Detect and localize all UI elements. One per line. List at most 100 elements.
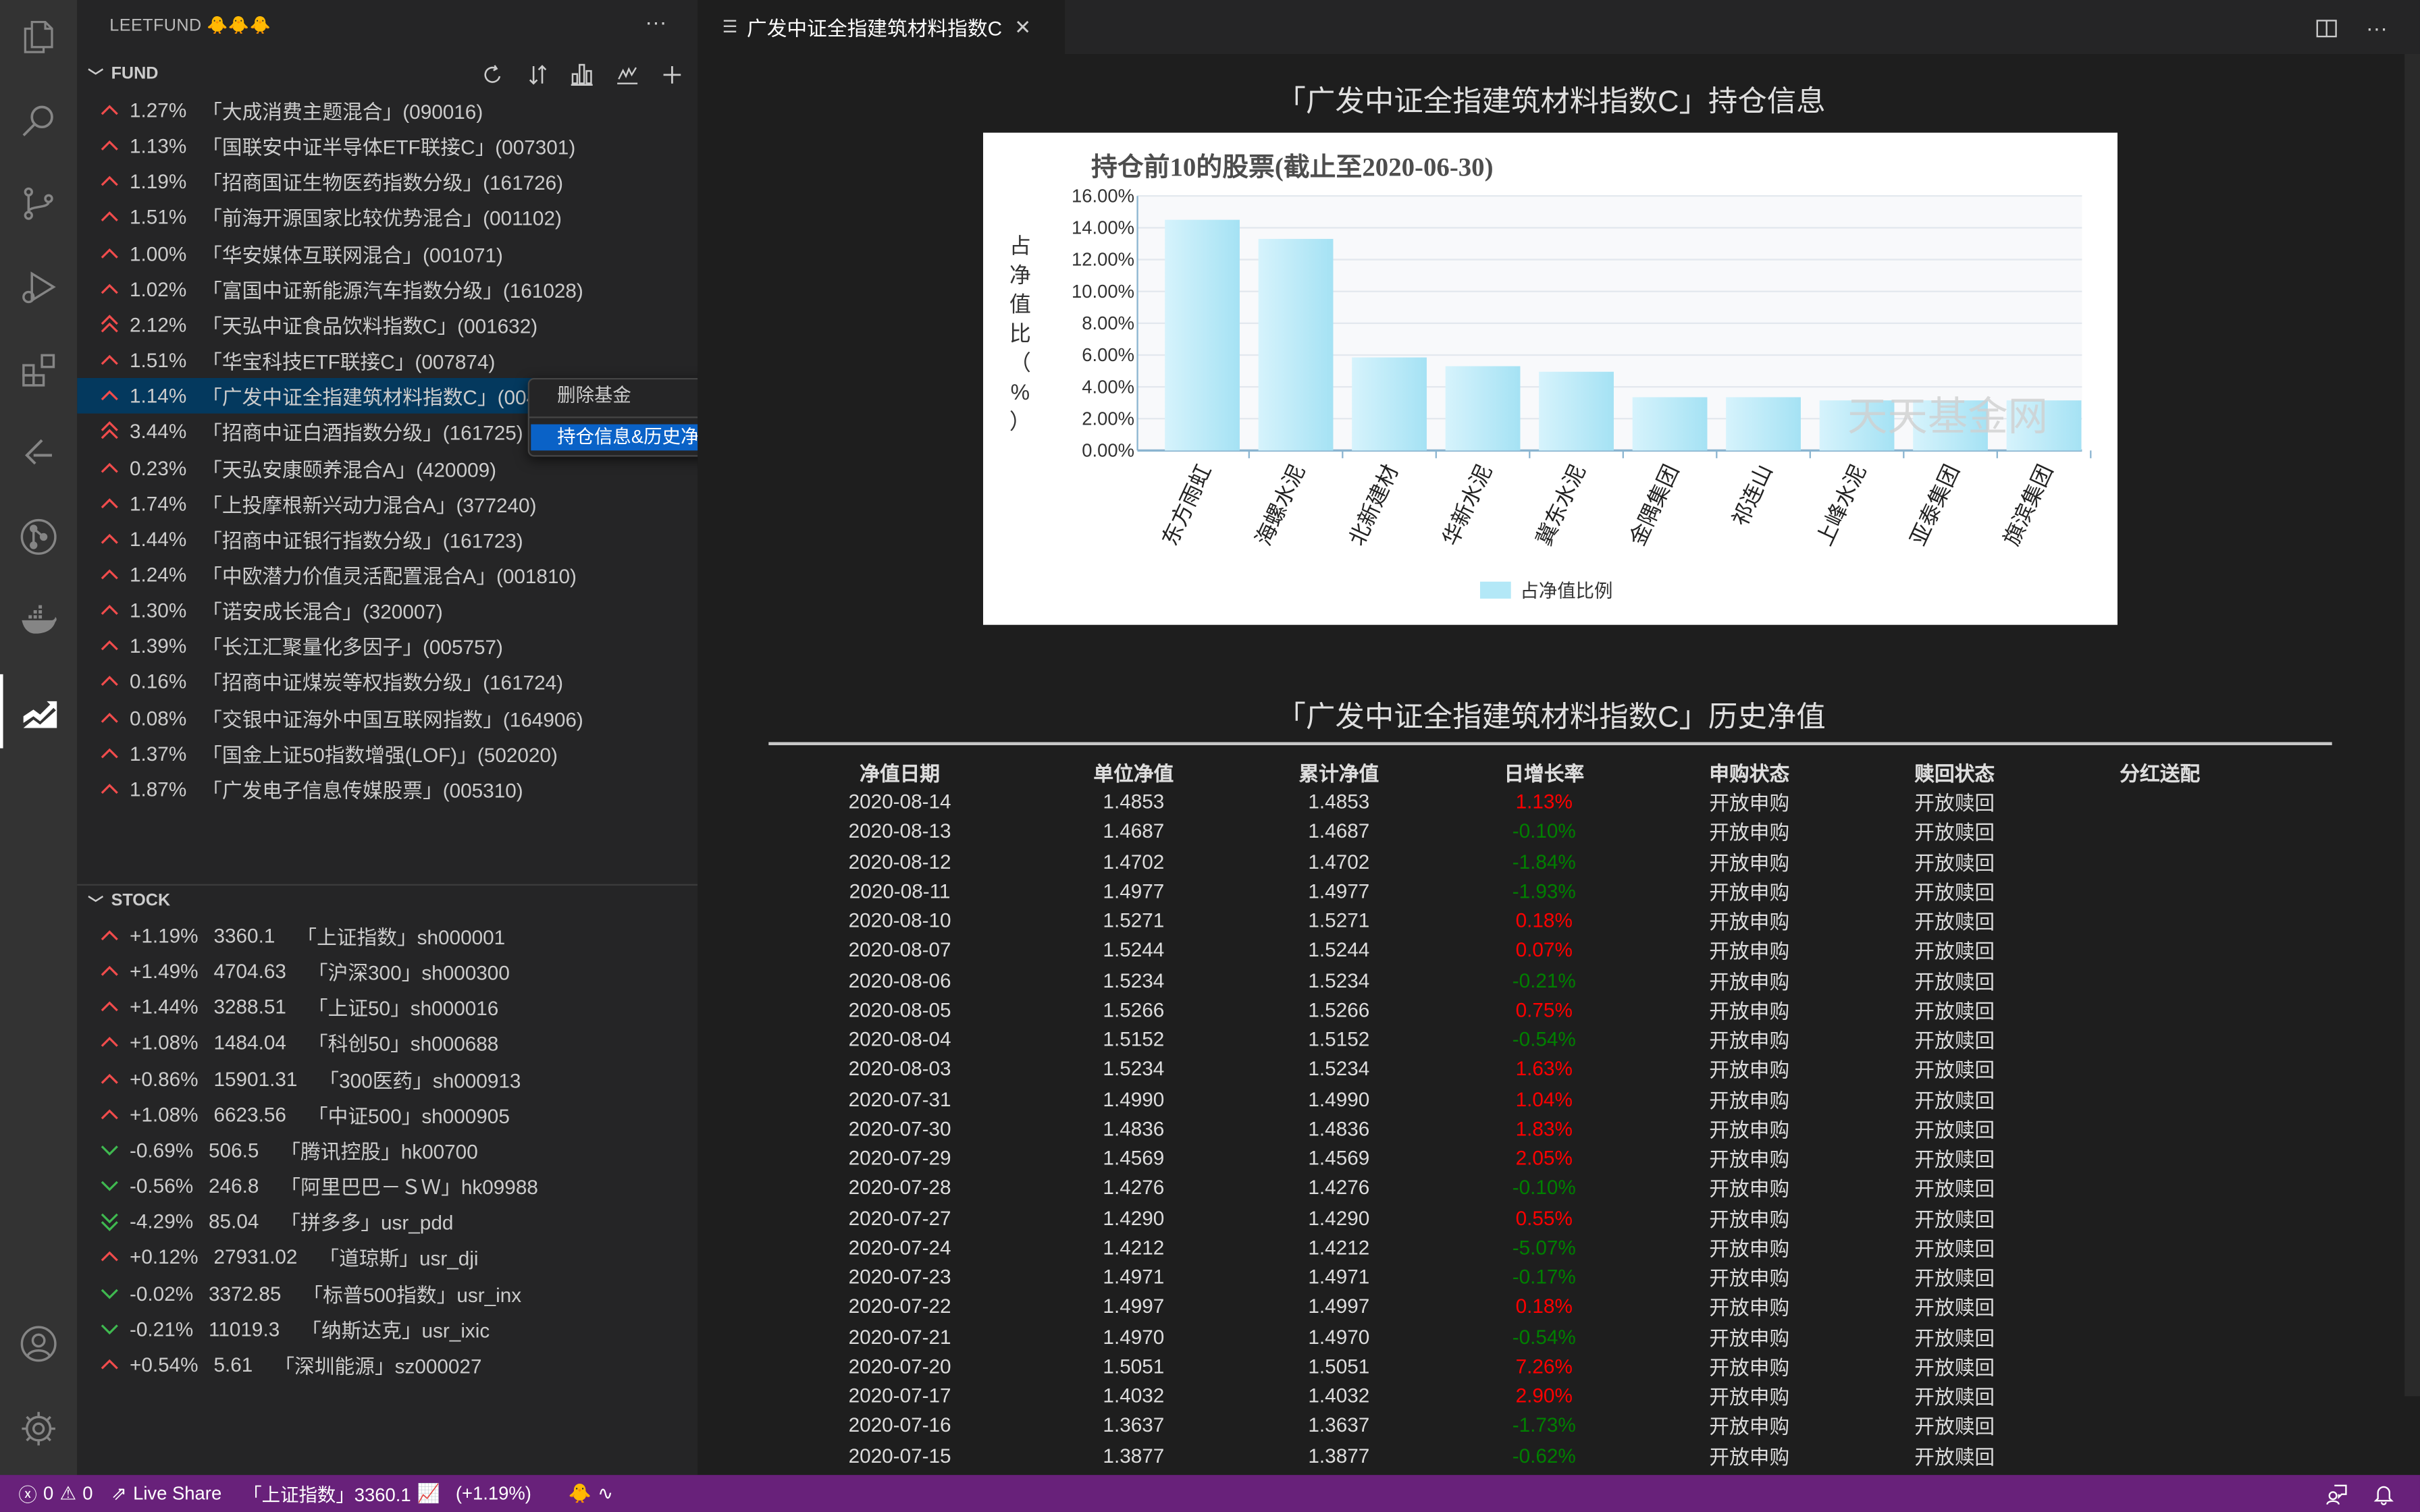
docker-icon[interactable] (0, 583, 77, 657)
stock-item[interactable]: -0.02% 3372.85 「标普500指数」usr_inx (77, 1275, 698, 1311)
chart-bar-icon[interactable] (568, 60, 596, 88)
fund-item[interactable]: 0.08% 「交银中证海外中国互联网指数」(164906) (77, 700, 698, 736)
source-control-icon[interactable] (0, 167, 77, 241)
fund-item[interactable]: 0.16% 「招商中证煤炭等权指数分级」(161724) (77, 664, 698, 700)
fund-item[interactable]: 1.51% 「前海开源国家比较优势混合」(001102) (77, 200, 698, 236)
bar[interactable] (1165, 219, 1240, 451)
column-header: 累计净值 (1298, 762, 1379, 786)
notifications-bell-icon[interactable] (2372, 1482, 2395, 1505)
fund-item[interactable]: 1.27% 「大成消费主题混合」(090016) (77, 92, 698, 128)
stock-section-header[interactable]: ﹀ STOCK (77, 884, 698, 918)
live-share-button[interactable]: ⇗ Live Share (111, 1483, 221, 1505)
tab-fund-detail[interactable]: ☰ 广发中证全指建筑材料指数C ✕ (698, 0, 1066, 54)
fund-item[interactable]: 1.24% 「中欧潜力价值灵活配置混合A」(001810) (77, 557, 698, 593)
bar[interactable] (1352, 357, 1427, 451)
legend-label[interactable]: 占净值比例 (1520, 580, 1612, 601)
split-editor-icon[interactable] (2312, 14, 2340, 42)
fund-item[interactable]: 1.30% 「诺安成长混合」(320007) (77, 593, 698, 628)
stock-item[interactable]: +1.08% 6623.56 「中证500」sh000905 (77, 1097, 698, 1133)
live-share-icon: ⇗ (111, 1482, 127, 1505)
status-right (2324, 1475, 2420, 1512)
fund-section-header[interactable]: ﹀ FUND (77, 57, 698, 91)
fund-item[interactable]: 2.12% 「天弘中证食品饮料指数C」(001632) (77, 307, 698, 343)
stock-item[interactable]: +1.08% 1484.04 「科创50」sh000688 (77, 1025, 698, 1061)
fund-name: 「上投摩根新兴动力混合A」(377240) (202, 493, 537, 516)
account-icon[interactable] (0, 1307, 77, 1381)
add-icon[interactable] (658, 60, 685, 88)
sidebar-title: LEETFUND 🐥🐥🐥 (109, 17, 271, 36)
table-cell: 1.4212 (1103, 1235, 1165, 1259)
fund-change: 1.87% (129, 777, 187, 801)
bar[interactable] (1539, 371, 1614, 451)
close-icon[interactable]: ✕ (1014, 15, 1031, 40)
stock-item[interactable]: +1.49% 4704.63 「沪深300」sh000300 (77, 954, 698, 990)
table-cell: 开放赎回 (1914, 1296, 1995, 1320)
editor-scrollbar[interactable] (2404, 53, 2420, 1476)
stock-name: 「深圳能源」sz000027 (274, 1354, 482, 1378)
fund-item[interactable]: 1.37% 「国金上证50指数增强(LOF)」(502020) (77, 736, 698, 772)
more-actions-icon[interactable]: ··· (645, 9, 666, 34)
stock-item[interactable]: -4.29% 85.04 「拼多多」usr_pdd (77, 1204, 698, 1239)
fund-item[interactable]: 1.00% 「华安媒体互联网混合」(001071) (77, 236, 698, 271)
problems-indicator[interactable]: ⓧ 0 ⚠ 0 (18, 1480, 93, 1507)
fund-name: 「广发电子信息传媒股票」(005310) (202, 778, 523, 803)
arrow-up-icon (99, 564, 120, 585)
fund-item[interactable]: 1.19% 「招商国证生物医药指数分级」(161726) (77, 164, 698, 200)
leek-fund-icon[interactable] (0, 674, 77, 749)
stock-change: +1.08% (129, 1102, 199, 1126)
leetcode-icon[interactable] (0, 416, 77, 491)
fund-item[interactable]: 1.39% 「长江汇聚量化多因子」(005757) (77, 628, 698, 664)
bar[interactable] (1445, 366, 1521, 451)
leek-status[interactable]: 🐥 ∿ (569, 1483, 613, 1505)
refresh-icon[interactable] (479, 60, 506, 88)
more-actions-icon[interactable]: ··· (2363, 14, 2390, 42)
fund-item[interactable]: 1.74% 「上投摩根新兴动力混合A」(377240) (77, 485, 698, 521)
stock-item[interactable]: +0.12% 27931.02 「道琼斯」usr_dji (77, 1239, 698, 1275)
table-cell (2057, 1440, 2263, 1470)
search-icon[interactable] (0, 83, 77, 157)
arrow-up-icon (99, 961, 120, 981)
stock-item[interactable]: +0.86% 15901.31 「300医药」sh000913 (77, 1061, 698, 1097)
fund-item[interactable]: 1.02% 「富国中证新能源汽车指数分级」(161028) (77, 271, 698, 307)
statistics-icon[interactable] (612, 60, 640, 88)
arrow-up-icon (99, 636, 120, 656)
stock-item[interactable]: -0.56% 246.8 「阿里巴巴－ＳＷ」hk09988 (77, 1168, 698, 1204)
run-debug-icon[interactable] (0, 250, 77, 324)
stock-item[interactable]: -0.69% 506.5 「腾讯控股」hk00700 (77, 1132, 698, 1168)
feedback-icon[interactable] (2324, 1482, 2347, 1505)
fund-item[interactable]: 1.13% 「国联安中证半导体ETF联接C」(007301) (77, 128, 698, 164)
arrow-down-icon (99, 1318, 120, 1339)
stock-item[interactable]: +0.54% 5.61 「深圳能源」sz000027 (77, 1347, 698, 1382)
explorer-icon[interactable] (0, 0, 77, 74)
x-tick-label: 北新建材 (1344, 461, 1403, 549)
bar[interactable] (1632, 397, 1708, 451)
extensions-icon[interactable] (0, 333, 77, 408)
settings-gear-icon[interactable] (0, 1392, 77, 1466)
stock-item[interactable]: +1.19% 3360.1 「上证指数」sh000001 (77, 918, 698, 954)
git-graph-icon[interactable] (0, 500, 77, 574)
table-cell (2057, 846, 2263, 876)
bar[interactable] (1258, 238, 1334, 451)
stock-change: -4.29% (129, 1210, 194, 1233)
editor-tabs: ☰ 广发中证全指建筑材料指数C ✕ ··· (698, 0, 2420, 54)
arrow-up-icon (99, 207, 120, 227)
stock-name: 「标普500指数」usr_inx (302, 1282, 522, 1306)
table-cell: 开放申购 (1709, 1148, 1790, 1172)
y-tick-label: 12.00% (1072, 249, 1134, 270)
bar[interactable] (1726, 397, 1801, 451)
table-cell: 1.4290 (1308, 1206, 1370, 1229)
fund-change: 1.39% (129, 634, 187, 658)
fund-change: 2.12% (129, 313, 187, 337)
scrollbar-thumb[interactable] (2404, 53, 2420, 1397)
error-count: 0 (43, 1482, 54, 1505)
fund-item[interactable]: 1.51% 「华宝科技ETF联接C」(007874) (77, 343, 698, 379)
stock-item[interactable]: -0.21% 11019.3 「纳斯达克」usr_ixic (77, 1311, 698, 1347)
stock-item[interactable]: +1.44% 3288.51 「上证50」sh000016 (77, 990, 698, 1025)
ticker-status[interactable]: 「上证指数」3360.1 📈 (+1.19%) (243, 1480, 531, 1507)
fund-item[interactable]: 1.44% 「招商中证银行指数分级」(161723) (77, 521, 698, 557)
table-cell (2057, 965, 2263, 995)
arrow-up-icon (99, 529, 120, 549)
fund-item[interactable]: 1.87% 「广发电子信息传媒股票」(005310) (77, 771, 698, 807)
sort-icon[interactable] (523, 60, 551, 88)
stock-change: -0.69% (129, 1138, 194, 1162)
